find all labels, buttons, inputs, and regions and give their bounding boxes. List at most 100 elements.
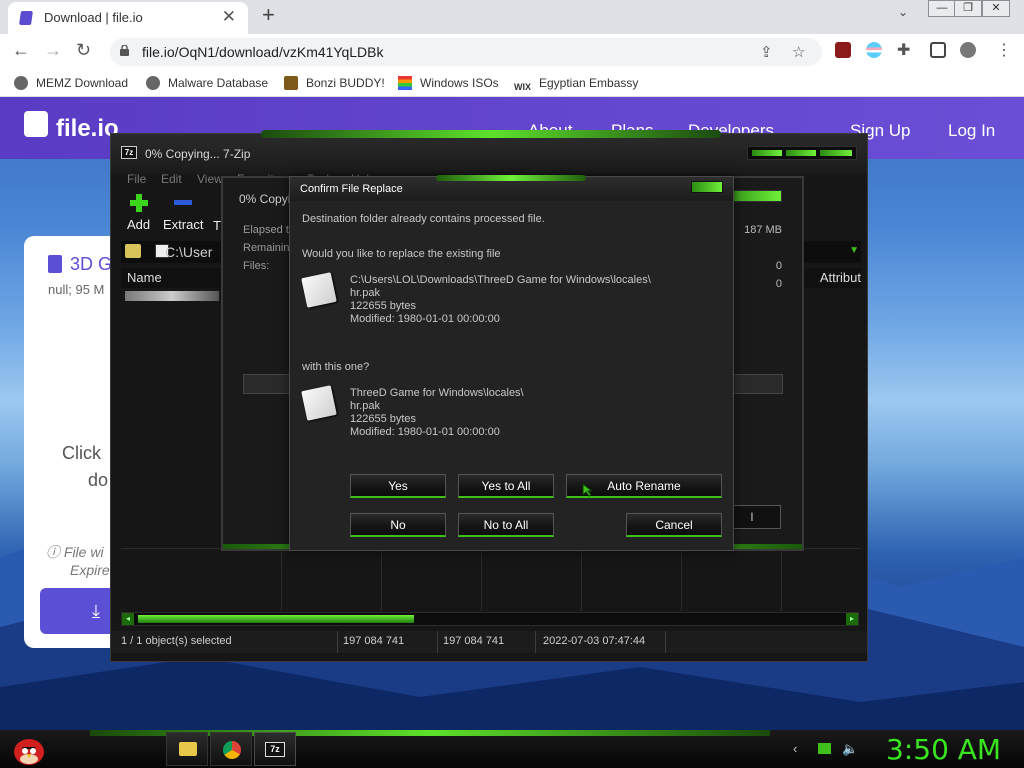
taskbar-clock[interactable]: 3:50 AM [886, 733, 1001, 766]
chrome-icon [223, 741, 241, 759]
existing-file-name: hr.pak [350, 287, 380, 299]
7zip-close-button[interactable] [820, 150, 852, 156]
dialog-title: Confirm File Replace [300, 183, 403, 195]
label-files: Files: [243, 260, 270, 272]
path-text[interactable]: C:\User [165, 244, 212, 260]
browser-tab[interactable]: Download | file.io ✕ [8, 2, 248, 34]
cancel-button[interactable]: Cancel [626, 513, 722, 537]
incoming-file-info: ThreeD Game for Windows\locales\ hr.pak … [350, 387, 524, 439]
add-button[interactable]: Add [127, 192, 150, 232]
extensions-puzzle-icon[interactable]: ✚ [897, 40, 910, 60]
bookmark-windows-isos[interactable]: Windows ISOs [398, 76, 499, 90]
start-button-angry-bird-icon[interactable] [10, 730, 48, 768]
address-bar[interactable]: file.io/OqN1/download/vzKm41YqLDBk ⇪ ☆ [110, 38, 822, 66]
yes-to-all-button[interactable]: Yes to All [458, 474, 554, 498]
status-bar: 1 / 1 object(s) selected 197 084 741 197… [111, 631, 867, 653]
scroll-thumb[interactable] [138, 615, 414, 623]
yes-button[interactable]: Yes [350, 474, 446, 498]
label-elapsed: Elapsed ti [243, 224, 292, 236]
scroll-right-icon[interactable]: ▸ [846, 613, 858, 625]
file-row[interactable] [125, 291, 219, 301]
file-title: 3D G [70, 254, 113, 274]
wix-icon: WIX [514, 82, 531, 92]
menu-kebab-icon[interactable]: ⋮ [996, 40, 1012, 60]
test-button-label[interactable]: T [213, 218, 221, 233]
folder-up-icon[interactable] [125, 244, 141, 258]
existing-file-path: C:\Users\LOL\Downloads\ThreeD Game for W… [350, 274, 651, 286]
dialog-with-this-one: with this one? [302, 361, 370, 373]
bookmarks-bar: MEMZ Download Malware Database Bonzi BUD… [0, 71, 1024, 97]
bookmark-egyptian-embassy[interactable]: WIX Egyptian Embassy [514, 76, 638, 96]
horizontal-scrollbar[interactable]: ◂ ▸ [121, 612, 859, 626]
bookmark-star-icon[interactable]: ☆ [792, 43, 805, 61]
bookmark-bonzi-buddy[interactable]: Bonzi BUDDY! [284, 76, 385, 90]
window-top-glow [261, 130, 721, 138]
profile-avatar-icon[interactable] [960, 42, 976, 58]
fileio-favicon-icon [19, 11, 33, 25]
dialog-top-glow [436, 175, 586, 181]
7zip-taskbar-icon: 7z [265, 742, 285, 757]
shield-extension-icon[interactable] [835, 42, 851, 58]
extract-button[interactable]: Extract [163, 192, 203, 232]
expiry-warning-text: File wi [63, 544, 104, 560]
scroll-left-icon[interactable]: ◂ [122, 613, 134, 625]
taskbar-7zip-button[interactable]: 7z [254, 732, 296, 766]
incoming-file-size: 122655 bytes [350, 413, 417, 425]
7zip-minimize-button[interactable] [752, 150, 782, 156]
forward-arrow-icon[interactable]: → [44, 40, 62, 61]
menu-view[interactable]: View [197, 172, 223, 186]
taskbar-explorer-button[interactable] [166, 732, 208, 766]
close-window-button[interactable]: ✕ [982, 0, 1010, 17]
menu-file[interactable]: File [127, 172, 146, 186]
status-modified: 2022-07-03 07:47:44 [543, 635, 646, 647]
taskbar-chrome-button[interactable] [210, 732, 252, 766]
extract-label: Extract [163, 217, 204, 232]
7zip-window-controls[interactable] [747, 146, 857, 160]
label-remaining: Remaining [243, 242, 296, 254]
col-name[interactable]: Name [127, 270, 162, 285]
nav-log-in[interactable]: Log In [948, 121, 995, 141]
no-to-all-button[interactable]: No to All [458, 513, 554, 537]
volume-icon[interactable]: 🔈 [842, 741, 858, 757]
status-packed-size: 197 084 741 [443, 635, 505, 647]
network-icon[interactable] [818, 743, 831, 754]
bonzi-icon [284, 76, 298, 90]
7zip-title: 0% Copying... 7-Zip [145, 147, 251, 161]
flag-extension-icon[interactable] [866, 42, 882, 58]
mouse-cursor-icon [582, 483, 594, 497]
tray-overflow-icon[interactable]: ‹ [793, 741, 797, 756]
value-total-size: 187 MB [744, 224, 782, 236]
7zip-titlebar[interactable]: 7z 0% Copying... 7-Zip [111, 134, 867, 174]
minimize-button[interactable]: — [928, 0, 956, 17]
bookmark-malware-database[interactable]: Malware Database [146, 76, 268, 90]
existing-file-size: 122655 bytes [350, 300, 417, 312]
bookmark-memz[interactable]: MEMZ Download [14, 76, 128, 90]
globe-icon [14, 76, 28, 90]
path-dropdown-icon[interactable]: ▼ [849, 245, 859, 256]
browser-toolbar: ← → ↻ file.io/OqN1/download/vzKm41YqLDBk… [0, 34, 1024, 71]
back-arrow-icon[interactable]: ← [12, 40, 30, 61]
menu-edit[interactable]: Edit [161, 172, 182, 186]
bookmark-label: MEMZ Download [36, 76, 129, 90]
share-icon[interactable]: ⇪ [760, 43, 773, 61]
col-attributes[interactable]: Attribut [820, 270, 861, 285]
incoming-file-name: hr.pak [350, 400, 380, 412]
7zip-maximize-button[interactable] [786, 150, 816, 156]
click-text-line2: do [88, 470, 109, 490]
7zip-app-icon: 7z [121, 146, 137, 159]
side-panel-icon[interactable] [930, 42, 946, 58]
tab-search-chevron-icon[interactable]: ⌄ [898, 5, 908, 19]
no-button[interactable]: No [350, 513, 446, 537]
new-tab-button[interactable]: + [262, 2, 275, 28]
add-label: Add [127, 217, 151, 232]
tab-close-icon[interactable]: ✕ [222, 7, 236, 27]
dialog-titlebar[interactable]: Confirm File Replace [290, 175, 733, 201]
reload-icon[interactable]: ↻ [76, 40, 91, 61]
bookmark-label: Bonzi BUDDY! [306, 76, 385, 90]
confirm-file-replace-dialog[interactable]: Confirm File Replace Destination folder … [289, 175, 734, 551]
restore-button[interactable]: ❐ [954, 0, 982, 17]
dialog-close-button[interactable] [691, 181, 723, 193]
url-text[interactable]: file.io/OqN1/download/vzKm41YqLDBk [142, 44, 384, 60]
plus-icon [129, 194, 148, 212]
fileio-logo-icon[interactable] [24, 111, 48, 137]
